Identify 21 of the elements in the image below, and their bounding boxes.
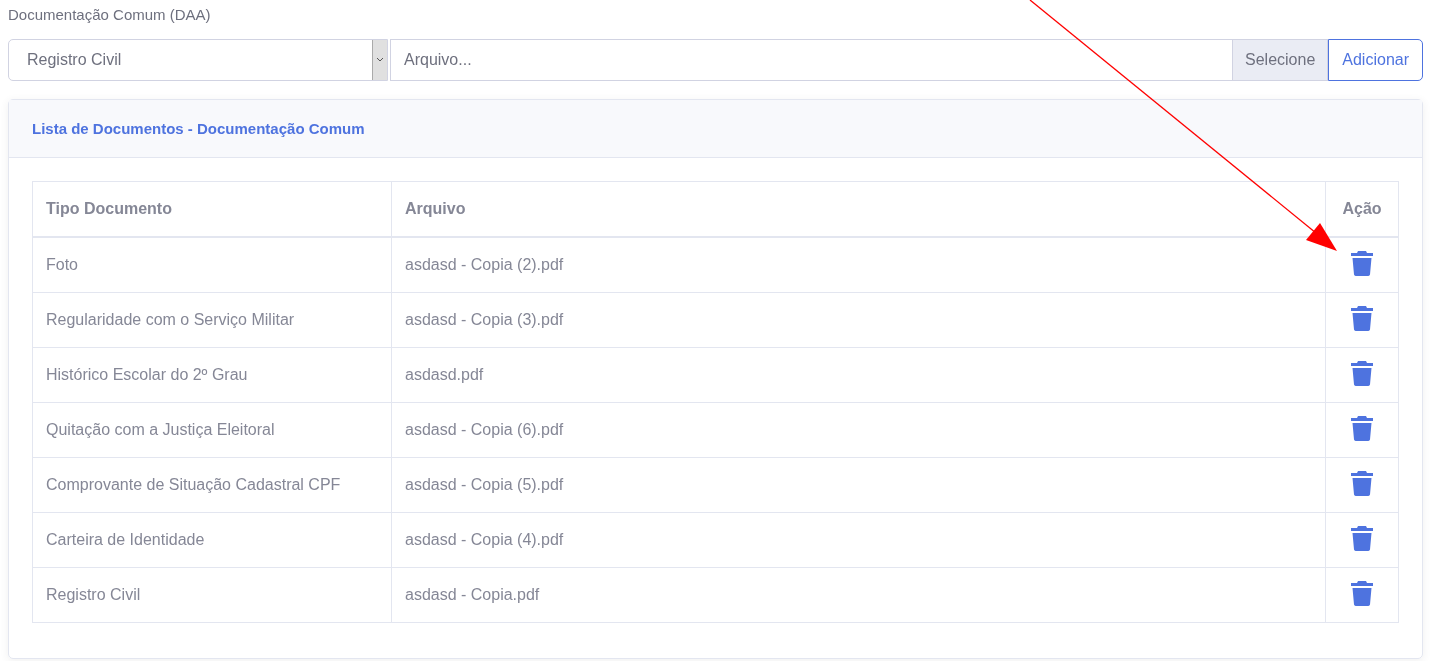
- table-cell: Comprovante de Situação Cadastral CPF: [32, 457, 392, 513]
- table-cell: asdasd - Copia (5).pdf: [391, 457, 1326, 513]
- table-cell: Registro Civil: [32, 567, 392, 623]
- table-cell: asdasd.pdf: [391, 347, 1326, 403]
- table-cell: asdasd - Copia (4).pdf: [391, 512, 1326, 568]
- document-type-select[interactable]: Registro Civil: [8, 39, 388, 81]
- table-cell: Histórico Escolar do 2º Grau: [32, 347, 392, 403]
- section-label: Documentação Comum (DAA): [8, 6, 212, 25]
- file-input-field[interactable]: Arquivo... Selecione: [390, 39, 1329, 81]
- browse-button[interactable]: Selecione: [1232, 40, 1328, 80]
- table-cell: asdasd - Copia (3).pdf: [391, 292, 1326, 348]
- table-cell: asdasd - Copia (6).pdf: [391, 402, 1326, 458]
- add-button[interactable]: Adicionar: [1328, 39, 1423, 81]
- column-header: Tipo Documento: [32, 181, 392, 237]
- table-cell: Regularidade com o Serviço Militar: [32, 292, 392, 348]
- table-cell: Quitação com a Justiça Eleitoral: [32, 402, 392, 458]
- table-cell: Foto: [32, 237, 392, 293]
- card-title: Lista de Documentos - Documentação Comum: [32, 120, 365, 137]
- column-header: Arquivo: [391, 181, 1326, 237]
- table-cell: Carteira de Identidade: [32, 512, 392, 568]
- table-cell: asdasd - Copia.pdf: [391, 567, 1326, 623]
